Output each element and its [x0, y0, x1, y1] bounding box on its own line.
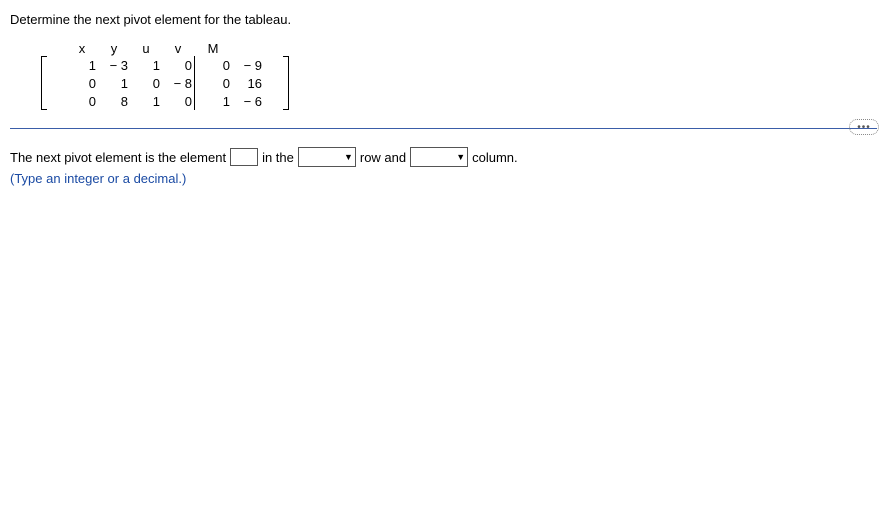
tableau-header-row: x y u v M	[38, 39, 292, 56]
cell: 1	[194, 92, 232, 110]
cell: − 8	[162, 74, 194, 92]
col-header: u	[130, 39, 162, 56]
cell: 0	[162, 56, 194, 74]
cell: 8	[98, 92, 130, 110]
cell: 16	[232, 74, 264, 92]
answer-text: in the	[262, 150, 294, 165]
tableau-row: 0 8 1 0 1 − 6	[38, 92, 292, 110]
col-header: v	[162, 39, 194, 56]
question-text: Determine the next pivot element for the…	[10, 12, 877, 27]
cell: 1	[66, 56, 98, 74]
row-select[interactable]: ▼	[298, 147, 356, 167]
cell: 0	[66, 92, 98, 110]
answer-text: row and	[360, 150, 406, 165]
section-divider	[10, 128, 877, 129]
col-header: y	[98, 39, 130, 56]
answer-sentence: The next pivot element is the element in…	[10, 147, 877, 167]
tableau-row: 1 − 3 1 0 0 − 9	[38, 56, 292, 74]
answer-hint: (Type an integer or a decimal.)	[10, 171, 877, 186]
tableau: x y u v M 1 − 3 1 0 0 − 9 0 1 0	[38, 39, 877, 110]
cell: 0	[66, 74, 98, 92]
cell: − 6	[232, 92, 264, 110]
cell: 1	[130, 56, 162, 74]
chevron-down-icon: ▼	[456, 152, 465, 162]
tableau-row: 0 1 0 − 8 0 16	[38, 74, 292, 92]
cell: − 3	[98, 56, 130, 74]
answer-text: column.	[472, 150, 518, 165]
cell: − 9	[232, 56, 264, 74]
cell: 1	[130, 92, 162, 110]
answer-text: The next pivot element is the element	[10, 150, 226, 165]
col-header	[232, 39, 264, 56]
pivot-value-input[interactable]	[230, 148, 258, 166]
column-select[interactable]: ▼	[410, 147, 468, 167]
col-header: x	[66, 39, 98, 56]
more-options-pill[interactable]: •••	[849, 119, 879, 135]
cell: 0	[130, 74, 162, 92]
chevron-down-icon: ▼	[344, 152, 353, 162]
col-header: M	[194, 39, 232, 56]
cell: 1	[98, 74, 130, 92]
cell: 0	[194, 56, 232, 74]
cell: 0	[194, 74, 232, 92]
cell: 0	[162, 92, 194, 110]
